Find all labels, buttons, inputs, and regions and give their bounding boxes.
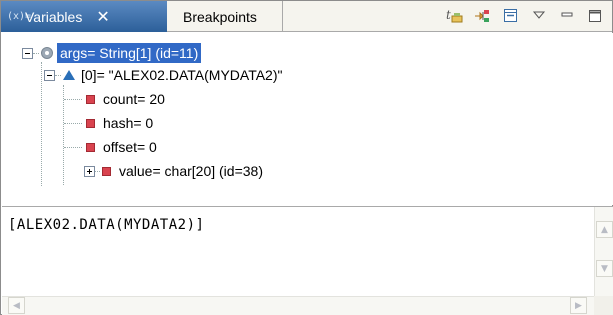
tab-variables[interactable]: (x)= Variables ✕ — [1, 1, 167, 32]
view-menu-icon — [532, 11, 546, 19]
show-logical-structure-button[interactable] — [472, 6, 494, 26]
scroll-right-button[interactable]: ▶ — [570, 297, 587, 314]
tree-row-label: hash= 0 — [103, 115, 154, 131]
chevron-up-icon: ▲ — [601, 224, 608, 235]
tree-row[interactable]: value= char[20] (id=38) — [84, 160, 263, 182]
tree-row-label: value= char[20] (id=38) — [119, 163, 263, 179]
scroll-down-button[interactable]: ▼ — [596, 260, 613, 277]
tab-breakpoints[interactable]: Breakpoints — [167, 1, 283, 32]
scroll-up-button[interactable]: ▲ — [596, 221, 613, 238]
tree-row-label: [0]= "ALEX02.DATA(MYDATA2)" — [81, 67, 283, 83]
show-type-names-button[interactable]: t — [444, 6, 466, 26]
collapse-toggle[interactable] — [22, 47, 33, 59]
tree-row[interactable]: [0]= "ALEX02.DATA(MYDATA2)" — [44, 64, 282, 86]
expand-toggle[interactable] — [84, 165, 95, 177]
svg-text:t: t — [446, 8, 451, 22]
chevron-left-icon: ◀ — [13, 300, 20, 311]
tree-connector — [95, 170, 100, 172]
minimize-icon — [561, 12, 573, 17]
vertical-scrollbar[interactable]: ▲ ▼ — [594, 207, 613, 297]
tree-row[interactable]: offset= 0 — [64, 136, 157, 158]
tree-row-label: args= String[1] (id=11) — [57, 43, 202, 63]
detail-value-text: [ALEX02.DATA(MYDATA2)] — [8, 217, 205, 233]
maximize-icon — [589, 10, 601, 22]
maximize-button[interactable] — [584, 6, 606, 26]
scrollbar-corner — [594, 296, 613, 315]
tree-row-label: offset= 0 — [103, 139, 157, 155]
private-field-icon — [86, 94, 95, 104]
local-variable-icon — [41, 47, 53, 59]
chevron-down-icon: ▼ — [601, 263, 608, 274]
detail-pane[interactable]: [ALEX02.DATA(MYDATA2)] ▲ ▼ ◀ ▶ — [2, 206, 613, 315]
private-field-icon — [102, 166, 111, 176]
view-tab-bar: (x)= Variables ✕ Breakpoints t — [1, 1, 612, 32]
view-toolbar: t — [444, 6, 606, 26]
show-type-names-icon: t — [446, 8, 463, 23]
variables-tree[interactable]: args= String[1] (id=11) [0]= "ALEX02.DAT… — [2, 33, 613, 205]
tab-breakpoints-label: Breakpoints — [183, 8, 257, 25]
minimize-button[interactable] — [556, 6, 578, 26]
chevron-right-icon: ▶ — [575, 300, 582, 311]
view-menu-button[interactable] — [528, 6, 550, 26]
collapse-all-button[interactable] — [500, 6, 522, 26]
tree-connector — [33, 52, 39, 54]
collapse-toggle[interactable] — [44, 69, 55, 81]
tree-row[interactable]: count= 20 — [64, 88, 165, 110]
tab-variables-label: Variables — [25, 8, 83, 25]
tree-connector — [64, 122, 82, 124]
private-field-icon — [86, 142, 95, 152]
array-element-icon — [63, 70, 75, 80]
tree-connector — [55, 74, 61, 76]
variables-icon: (x)= — [7, 10, 32, 22]
collapse-all-icon — [504, 9, 517, 22]
tree-connector — [64, 98, 82, 100]
tree-row-label: count= 20 — [103, 91, 165, 107]
scroll-left-button[interactable]: ◀ — [8, 297, 25, 314]
show-logical-structure-icon — [475, 10, 489, 22]
tree-guide-line — [41, 62, 42, 186]
close-icon[interactable]: ✕ — [96, 7, 109, 26]
private-field-icon — [86, 118, 95, 128]
tree-connector — [64, 146, 82, 148]
variables-view: (x)= Variables ✕ Breakpoints t args= Str… — [0, 0, 613, 315]
tree-row[interactable]: args= String[1] (id=11) — [22, 42, 202, 64]
horizontal-scrollbar[interactable]: ◀ ▶ — [2, 296, 594, 315]
tree-row[interactable]: hash= 0 — [64, 112, 153, 134]
